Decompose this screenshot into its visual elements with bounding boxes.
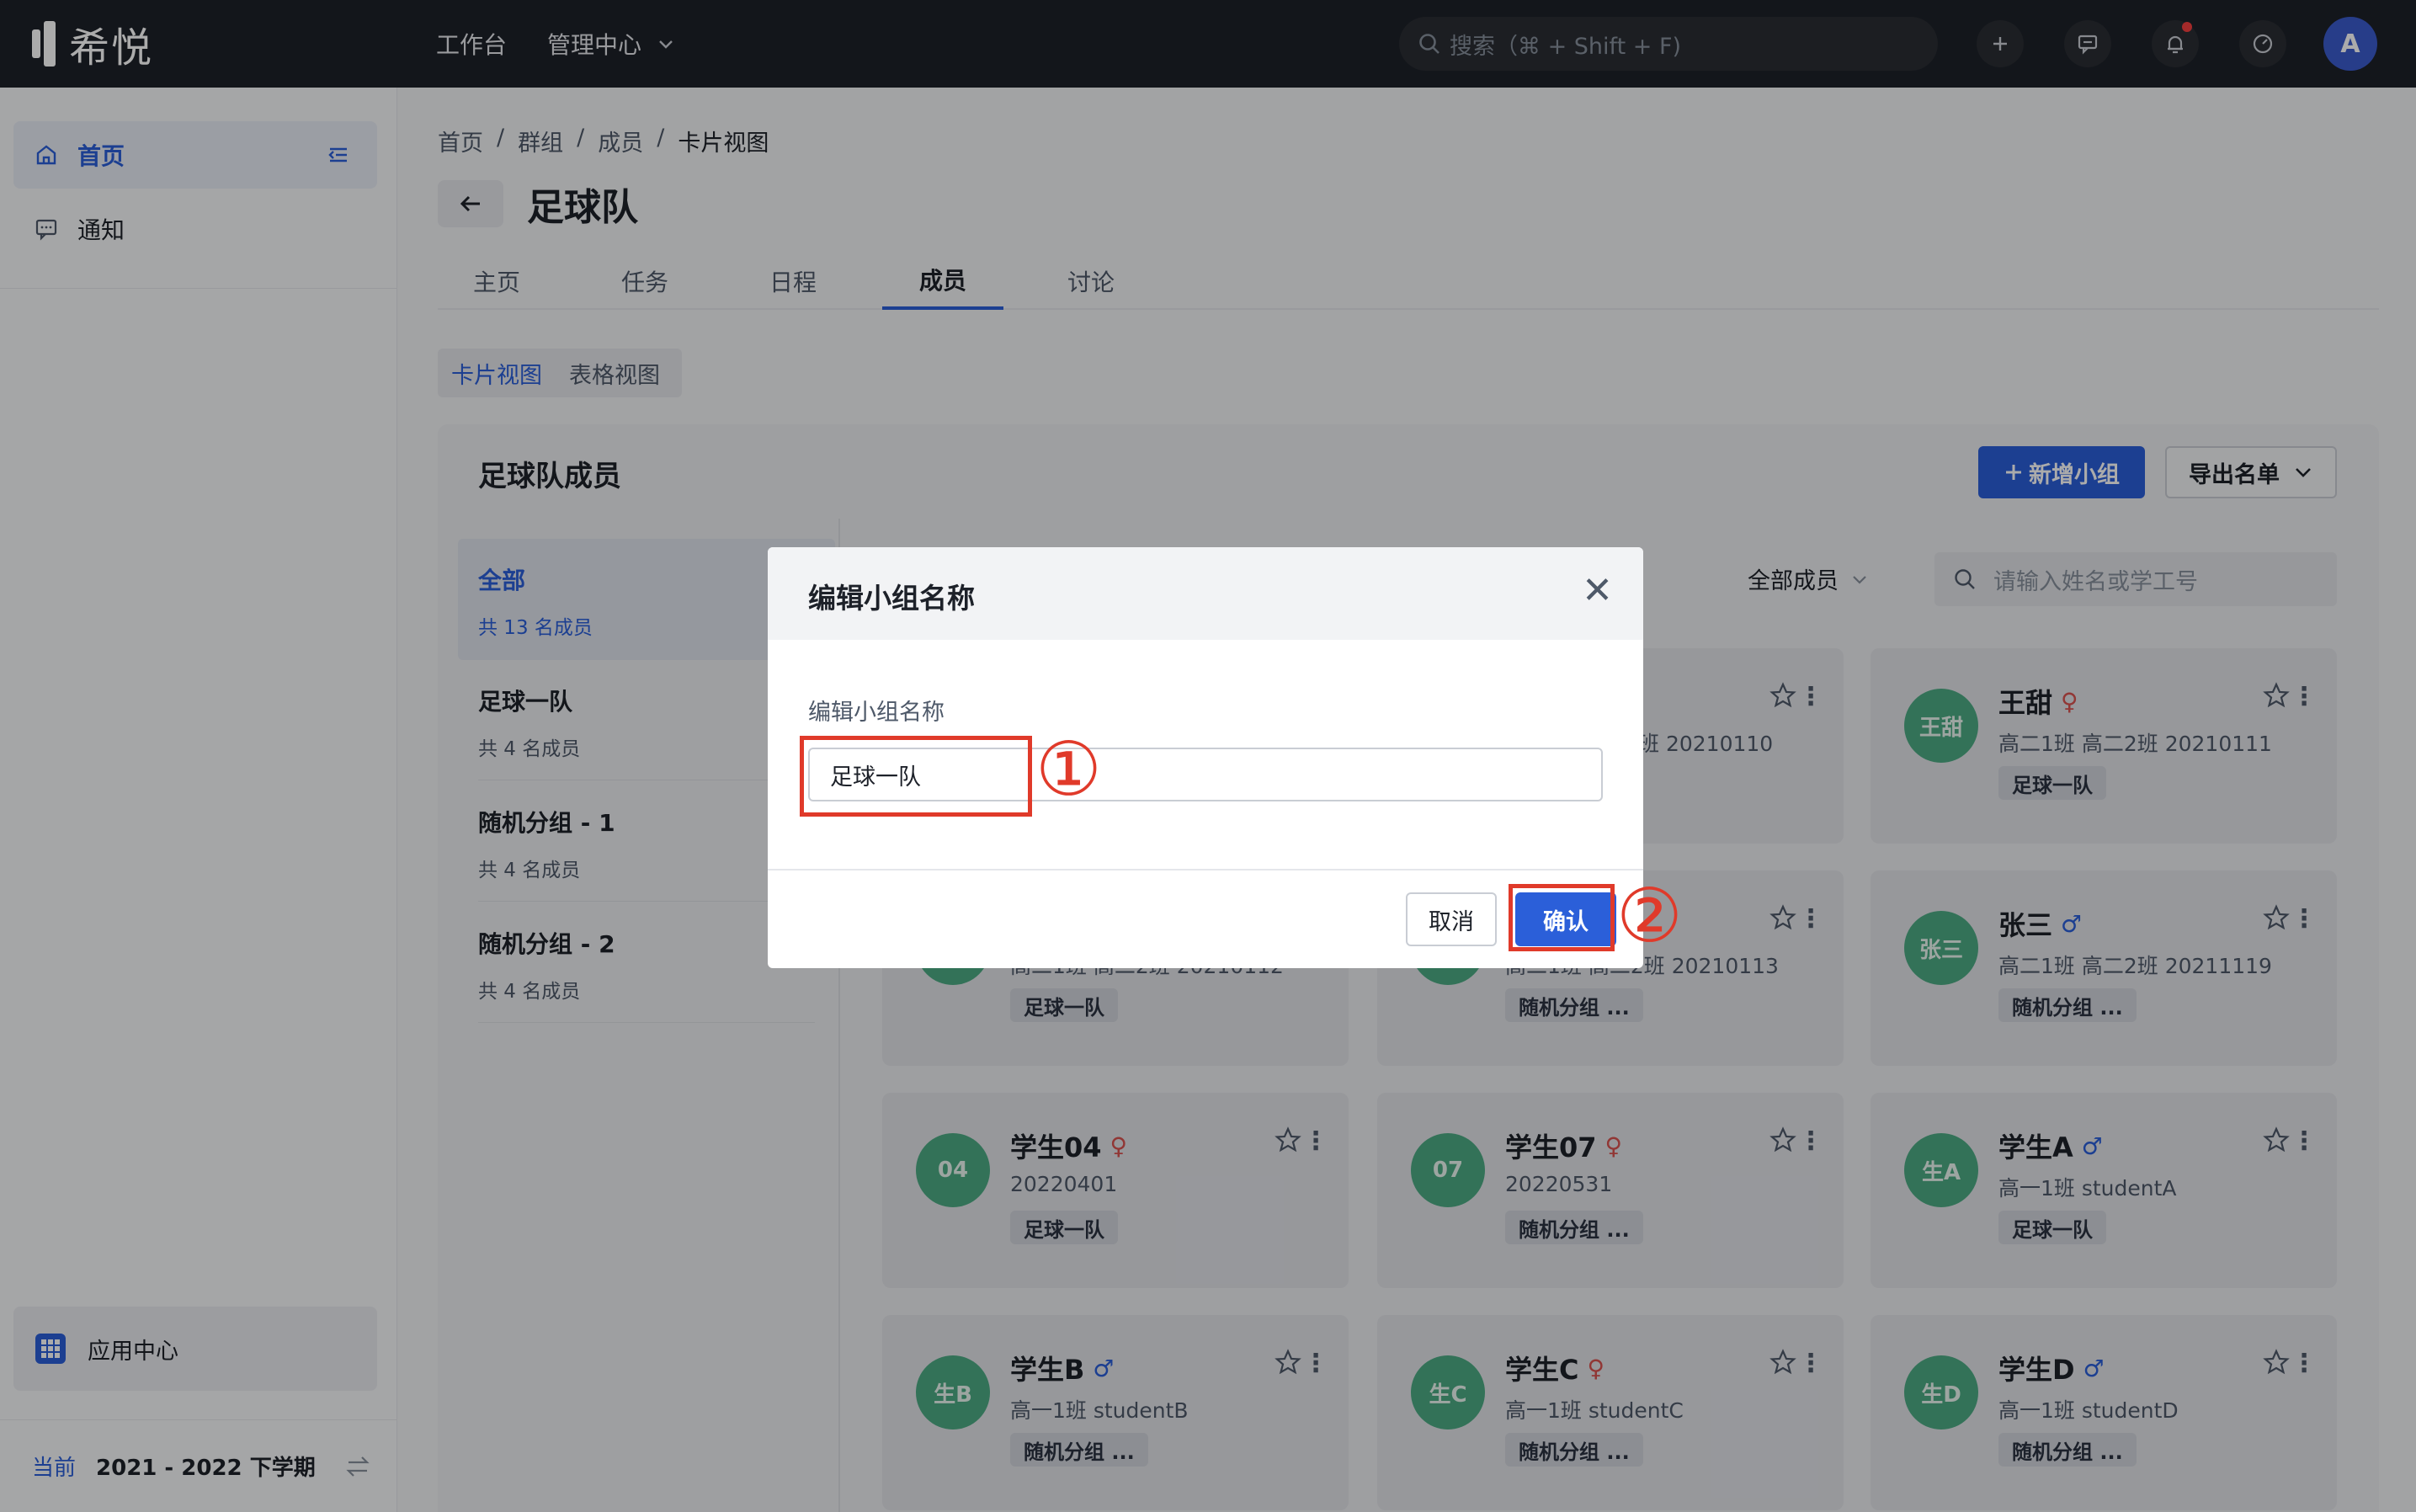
cancel-button[interactable]: 取消 xyxy=(1406,892,1497,946)
dialog-divider xyxy=(768,869,1643,870)
close-icon[interactable]: ✕ xyxy=(1582,569,1613,612)
step-two-marker: ② xyxy=(1616,872,1683,959)
highlight-input-box xyxy=(800,736,1032,817)
step-one-marker: ① xyxy=(1035,726,1102,812)
highlight-confirm-box xyxy=(1509,884,1615,951)
group-name-label: 编辑小组名称 xyxy=(808,700,945,726)
dialog-title: 编辑小组名称 xyxy=(808,582,975,615)
